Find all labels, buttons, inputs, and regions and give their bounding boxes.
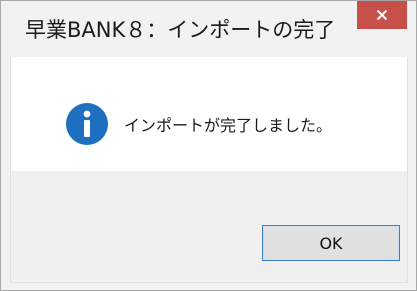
dialog-window: 早業BANK８：インポートの完了 インポートが完了しました。 OK bbox=[0, 0, 417, 291]
close-button[interactable] bbox=[357, 1, 407, 29]
message-text: インポートが完了しました。 bbox=[124, 116, 333, 135]
button-area: OK bbox=[10, 171, 408, 283]
window-title: 早業BANK８：インポートの完了 bbox=[25, 18, 336, 42]
close-icon bbox=[376, 9, 388, 21]
information-icon bbox=[65, 102, 109, 146]
title-bar[interactable]: 早業BANK８：インポートの完了 bbox=[1, 1, 416, 57]
ok-button[interactable]: OK bbox=[262, 225, 400, 261]
message-area: インポートが完了しました。 bbox=[10, 57, 408, 171]
